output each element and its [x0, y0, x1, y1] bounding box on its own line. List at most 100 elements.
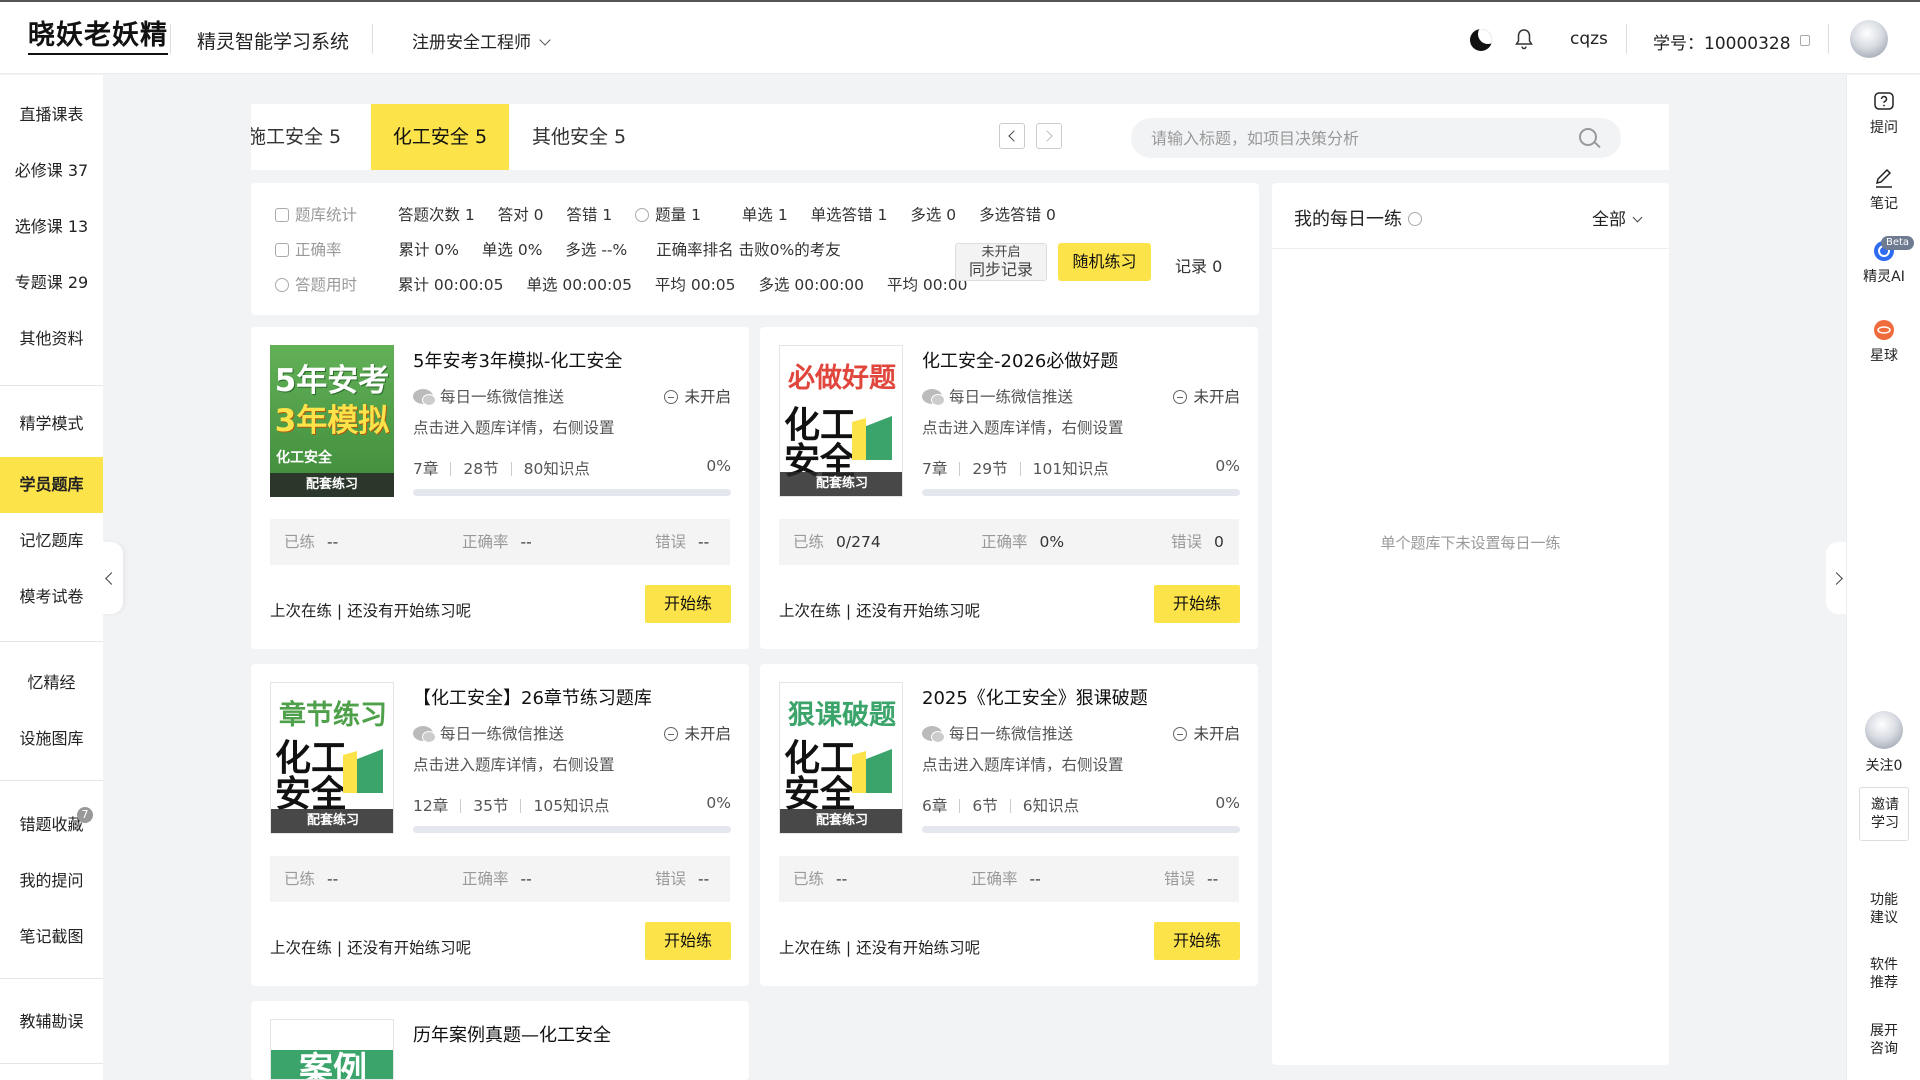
sync-status: 未开启	[981, 245, 1021, 260]
sidebar-item-errata[interactable]: 教辅勘误	[0, 994, 103, 1050]
start-practice-button[interactable]: 开始练	[1154, 922, 1240, 960]
consult-button[interactable]: 展开 咨询	[1847, 1022, 1920, 1062]
tab-construction-safety[interactable]: 施工安全 5	[251, 104, 351, 170]
notes-button[interactable]: 笔记	[1847, 167, 1920, 213]
cover-image[interactable]: 狠课破题 化工 安全 配套练习	[779, 682, 903, 834]
cover-image[interactable]: 5年安考 3年模拟 化工安全 配套练习	[270, 345, 394, 497]
cover-tag: 配套练习	[780, 809, 902, 833]
notes-label: 笔记	[1870, 196, 1898, 212]
sidebar-item-required[interactable]: 必修课 37	[0, 143, 103, 199]
collapse-right-button[interactable]	[1826, 542, 1846, 614]
timer-icon	[275, 278, 289, 292]
progress-bar	[922, 826, 1240, 833]
ai-label: 精灵AI	[1863, 269, 1905, 285]
planet-icon	[1874, 320, 1894, 340]
sidebar-item-topic[interactable]: 专题课 29	[0, 255, 103, 311]
card-meta: 12章 35节 105知识点	[413, 794, 610, 816]
sidebar-item-memory-bank[interactable]: 记忆题库	[0, 513, 103, 569]
card-title[interactable]: 2025《化工安全》狠课破题	[922, 684, 1148, 710]
avatar[interactable]	[1850, 20, 1888, 58]
records-link[interactable]: 记录 0	[1175, 253, 1222, 277]
sidebar-item-study-mode[interactable]: 精学模式	[0, 396, 103, 452]
points-count: 6知识点	[1022, 797, 1080, 815]
state-label: 未开启	[684, 725, 731, 743]
ai-button[interactable]: Beta 精灵AI	[1847, 236, 1920, 286]
progress-bar	[413, 826, 731, 833]
card-hint: 点击进入题库详情，右侧设置	[922, 419, 1124, 437]
accuracy-icon	[275, 243, 289, 257]
daily-filter-dropdown[interactable]: 全部	[1592, 205, 1643, 230]
push-toggle[interactable]: 未开启	[1173, 385, 1240, 407]
sidebar-item-wrong-collection[interactable]: 错题收藏 7	[0, 797, 103, 853]
tab-other-safety[interactable]: 其他安全 5	[532, 104, 626, 170]
sidebar-item-mock-exam[interactable]: 模考试卷	[0, 569, 103, 625]
stat-value: 累计 0%	[398, 241, 459, 259]
cover-text: 化工	[784, 405, 857, 446]
search-icon[interactable]	[1579, 128, 1597, 146]
question-bank-card[interactable]: 5年安考 3年模拟 化工安全 配套练习 5年安考3年模拟-化工安全 每日一练微信…	[251, 327, 749, 649]
push-toggle[interactable]: 未开启	[664, 722, 731, 744]
bell-icon[interactable]	[1514, 28, 1534, 50]
invite-button[interactable]: 邀请 学习	[1859, 787, 1909, 841]
wechat-icon	[413, 726, 436, 743]
last-practice: 上次在练 | 还没有开始练习呢	[270, 602, 472, 620]
start-practice-button[interactable]: 开始练	[645, 922, 731, 960]
push-toggle[interactable]: 未开启	[664, 385, 731, 407]
random-practice-button[interactable]: 随机练习	[1058, 243, 1151, 281]
push-toggle[interactable]: 未开启	[1173, 722, 1240, 744]
card-title[interactable]: 5年安考3年模拟-化工安全	[413, 347, 622, 373]
start-practice-button[interactable]: 开始练	[1154, 585, 1240, 623]
dark-mode-icon[interactable]	[1470, 29, 1492, 51]
follow-button[interactable]: 关注0	[1847, 711, 1920, 775]
sidebar-item-question-bank[interactable]: 学员题库	[0, 457, 103, 513]
divider	[0, 780, 103, 781]
course-selector[interactable]: 注册安全工程师	[412, 28, 551, 53]
info-icon[interactable]	[1408, 212, 1422, 226]
wechat-push: 每日一练微信推送	[413, 385, 564, 407]
last-practice: 上次在练 | 还没有开始练习呢	[779, 602, 981, 620]
software-recommend-button[interactable]: 软件 推荐	[1847, 956, 1920, 996]
copy-icon[interactable]	[1800, 35, 1810, 46]
feedback-button[interactable]: 功能 建议	[1847, 891, 1920, 931]
minus-circle-icon	[664, 727, 679, 741]
sidebar-item-elective[interactable]: 选修课 13	[0, 199, 103, 255]
error-stat: 错误 --	[1164, 870, 1219, 888]
cover-image[interactable]: 案例	[270, 1019, 394, 1080]
left-sidebar: 直播课表 必修课 37 选修课 13 专题课 29 其他资料 精学模式 学员题库…	[0, 75, 103, 1080]
question-bank-card[interactable]: 必做好题 化工 安全 配套练习 化工安全-2026必做好题 每日一练微信推送 未…	[760, 327, 1258, 649]
stat-value: 平均 00:05	[654, 276, 736, 294]
card-title[interactable]: 【化工安全】26章节练习题库	[413, 684, 652, 710]
sidebar-item-memory[interactable]: 忆精经	[0, 655, 103, 711]
tabs-next-button[interactable]	[1036, 123, 1062, 149]
sidebar-item-facility-gallery[interactable]: 设施图库	[0, 711, 103, 767]
sidebar-item-live[interactable]: 直播课表	[0, 87, 103, 143]
stat-value: 单选 1	[741, 206, 788, 224]
daily-title: 我的每日一练	[1294, 205, 1422, 231]
ask-button[interactable]: 提问	[1847, 91, 1920, 137]
planet-button[interactable]: 星球	[1847, 319, 1920, 365]
collapse-left-button[interactable]	[103, 542, 123, 614]
username[interactable]: cqzs	[1570, 29, 1608, 49]
stats-label: 正确率	[295, 241, 342, 259]
sidebar-item-note-screenshots[interactable]: 笔记截图	[0, 909, 103, 965]
practice-stats: 已练 0/274 正确率 0% 错误 0	[779, 519, 1239, 565]
card-title[interactable]: 化工安全-2026必做好题	[922, 347, 1118, 373]
minus-circle-icon	[1173, 390, 1188, 404]
sidebar-item-my-questions[interactable]: 我的提问	[0, 853, 103, 909]
divider	[170, 24, 171, 54]
tab-chemical-safety[interactable]: 化工安全 5	[371, 104, 509, 170]
question-bank-card[interactable]: 案例 历年案例真题—化工安全	[251, 1001, 749, 1080]
wechat-icon	[922, 389, 945, 406]
cover-image[interactable]: 章节练习 化工 安全 配套练习	[270, 682, 394, 834]
question-bank-card[interactable]: 狠课破题 化工 安全 配套练习 2025《化工安全》狠课破题 每日一练微信推送 …	[760, 664, 1258, 986]
cover-graphic	[852, 416, 892, 460]
search-input[interactable]	[1151, 118, 1561, 158]
logo[interactable]: 晓妖老妖精	[28, 20, 168, 55]
sidebar-item-other[interactable]: 其他资料	[0, 311, 103, 367]
start-practice-button[interactable]: 开始练	[645, 585, 731, 623]
cover-image[interactable]: 必做好题 化工 安全 配套练习	[779, 345, 903, 497]
question-bank-card[interactable]: 章节练习 化工 安全 配套练习 【化工安全】26章节练习题库 每日一练微信推送 …	[251, 664, 749, 986]
sync-records-button[interactable]: 未开启 同步记录	[955, 243, 1047, 281]
tabs-prev-button[interactable]	[999, 123, 1025, 149]
card-title[interactable]: 历年案例真题—化工安全	[413, 1021, 611, 1047]
